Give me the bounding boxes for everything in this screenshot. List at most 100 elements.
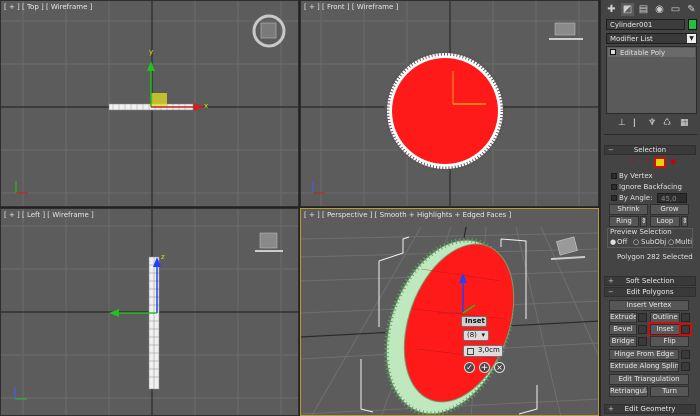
by-angle-spinner[interactable]: 45,0 [657,193,687,203]
preview-off-label: Off [617,238,628,246]
utilities-tab-icon[interactable]: ✎ [685,3,698,16]
by-vertex-checkbox[interactable] [611,173,617,179]
preview-off-radio[interactable]: ● [610,238,616,246]
vertex-level-icon[interactable]: · [620,158,628,167]
preview-selection-group: Preview Selection ● Off ○ SubObj ○ Multi [607,228,693,248]
loop-spinner[interactable]: ⇕ [681,216,688,227]
bridge-settings-button[interactable] [638,337,647,346]
make-unique-icon[interactable]: ♆ [648,118,656,128]
front-grid [301,1,598,206]
hinge-settings-button[interactable] [681,350,690,359]
selection-rollout-title: Selection [633,146,667,154]
soft-selection-title: Soft Selection [625,277,675,285]
ring-spinner[interactable]: ⇕ [640,216,647,227]
plus-icon: + [480,363,489,373]
check-icon: ✓ [466,363,473,372]
viewport-top[interactable]: [ + ] [ Top ] [ Wireframe ] y x [0,0,299,207]
expand-icon: + [608,277,614,285]
bevel-button[interactable]: Bevel [609,324,637,335]
inset-button[interactable]: Inset [648,322,682,337]
pin-stack-icon[interactable]: ⊥ [618,118,626,128]
inset-settings-button[interactable] [679,323,692,336]
show-end-result-icon[interactable]: ǀ [633,118,636,128]
object-name-field[interactable]: Cylinder001 [606,19,685,30]
chevron-down-icon: ▾ [481,331,485,339]
edit-polygons-rollout-header[interactable]: − Edit Polygons [604,287,696,297]
collapse-icon: − [608,288,614,296]
extrude-along-spline-button[interactable]: Extrude Along Spline [609,361,679,372]
bevel-settings-button[interactable] [638,325,647,334]
stack-expand-icon[interactable] [610,49,616,55]
chevron-down-icon: ▼ [687,34,696,43]
insert-vertex-button[interactable]: Insert Vertex [609,300,689,311]
modifier-stack: Editable Poly [606,46,697,114]
selection-status: Polygon 282 Selected [617,253,693,261]
flip-button[interactable]: Flip [650,336,689,347]
polygon-level-icon[interactable] [654,157,666,168]
hinge-from-edge-button[interactable]: Hinge From Edge [609,349,679,360]
viewport-left[interactable]: [ + ] [ Left ] [ Wireframe ] z [0,208,299,416]
left-grid [1,209,298,415]
bridge-button[interactable]: Bridge [609,336,637,347]
inset-caddy-title: Inset [461,316,487,327]
modify-tab-icon[interactable]: ◩ [621,3,634,16]
object-color-swatch[interactable] [688,19,697,30]
inset-apply-button[interactable]: + [479,362,490,373]
extrude-button[interactable]: Extrude [609,312,637,323]
viewport-front[interactable]: [ + ] [ Front ] [ Wireframe ] [300,0,599,207]
border-level-icon[interactable]: ◠ [644,157,652,166]
inset-amount-value: 3,0cm [478,346,500,354]
selection-rollout-header[interactable]: − Selection [604,145,696,155]
inset-mode-value: (8) [467,331,477,339]
outline-settings-button[interactable] [681,313,690,322]
extrude-settings-button[interactable] [638,313,647,322]
inset-amount-field[interactable]: 3,0cm [463,345,503,357]
inset-cancel-button[interactable]: × [494,362,505,373]
viewport-perspective[interactable]: [ + ] [ Perspective ] [ Smooth + Highlig… [300,208,599,416]
top-grid [1,1,298,206]
viewport-front-label[interactable]: [ + ] [ Front ] [ Wireframe ] [304,3,398,11]
element-level-icon[interactable]: ◆ [670,157,678,166]
viewport-top-label[interactable]: [ + ] [ Top ] [ Wireframe ] [4,3,92,11]
edit-triangulation-button[interactable]: Edit Triangulation [609,374,689,385]
edge-level-icon[interactable]: ⁄ [632,157,640,166]
hierarchy-tab-icon[interactable]: ▤ [637,3,650,16]
inset-amount-icon [467,348,474,355]
edit-geometry-title: Edit Geometry [624,405,676,413]
grow-button[interactable]: Grow [650,204,689,215]
close-icon: × [496,363,503,372]
edit-geometry-rollout-header[interactable]: + Edit Geometry [604,404,696,414]
ignore-backfacing-checkbox[interactable] [611,184,617,190]
axis-x-label: x [204,102,209,110]
viewport-left-label[interactable]: [ + ] [ Left ] [ Wireframe ] [4,211,94,219]
outline-button[interactable]: Outline [650,312,680,323]
modifier-list-dropdown[interactable]: Modifier List ▼ [606,33,697,44]
preview-multi-radio[interactable]: ○ [668,238,674,246]
preview-selection-label: Preview Selection [610,228,672,236]
axis-y-label: y [149,48,154,56]
retriangulate-button[interactable]: Retriangulate [609,386,648,397]
soft-selection-rollout-header[interactable]: + Soft Selection [604,276,696,286]
display-tab-icon[interactable]: ▭ [669,3,682,16]
perspective-grid [301,226,598,415]
viewport-perspective-label[interactable]: [ + ] [ Perspective ] [ Smooth + Highlig… [304,211,511,219]
remove-modifier-icon[interactable]: ♺ [663,118,671,128]
turn-button[interactable]: Turn [650,386,689,397]
create-tab-icon[interactable]: ✚ [605,3,618,16]
loop-button[interactable]: Loop [650,216,680,227]
collapse-icon: − [608,146,614,154]
extrude-along-spline-settings-button[interactable] [681,362,690,371]
inset-ok-button[interactable]: ✓ [464,362,475,373]
collapse-icon: + [608,405,614,413]
inset-mode-dropdown[interactable]: (8) ▾ [463,330,489,341]
shrink-button[interactable]: Shrink [609,204,648,215]
by-angle-checkbox[interactable] [611,195,617,201]
stack-toolbar: ⊥ ǀ ♆ ♺ ▦ [606,118,697,130]
configure-sets-icon[interactable]: ▦ [680,118,689,128]
modifier-stack-item[interactable]: Editable Poly [608,48,695,57]
preview-subobj-radio[interactable]: ○ [633,238,639,246]
preview-subobj-label: SubObj [641,238,667,246]
ignore-backfacing-label: Ignore Backfacing [619,183,682,191]
ring-button[interactable]: Ring [609,216,639,227]
motion-tab-icon[interactable]: ◉ [653,3,666,16]
